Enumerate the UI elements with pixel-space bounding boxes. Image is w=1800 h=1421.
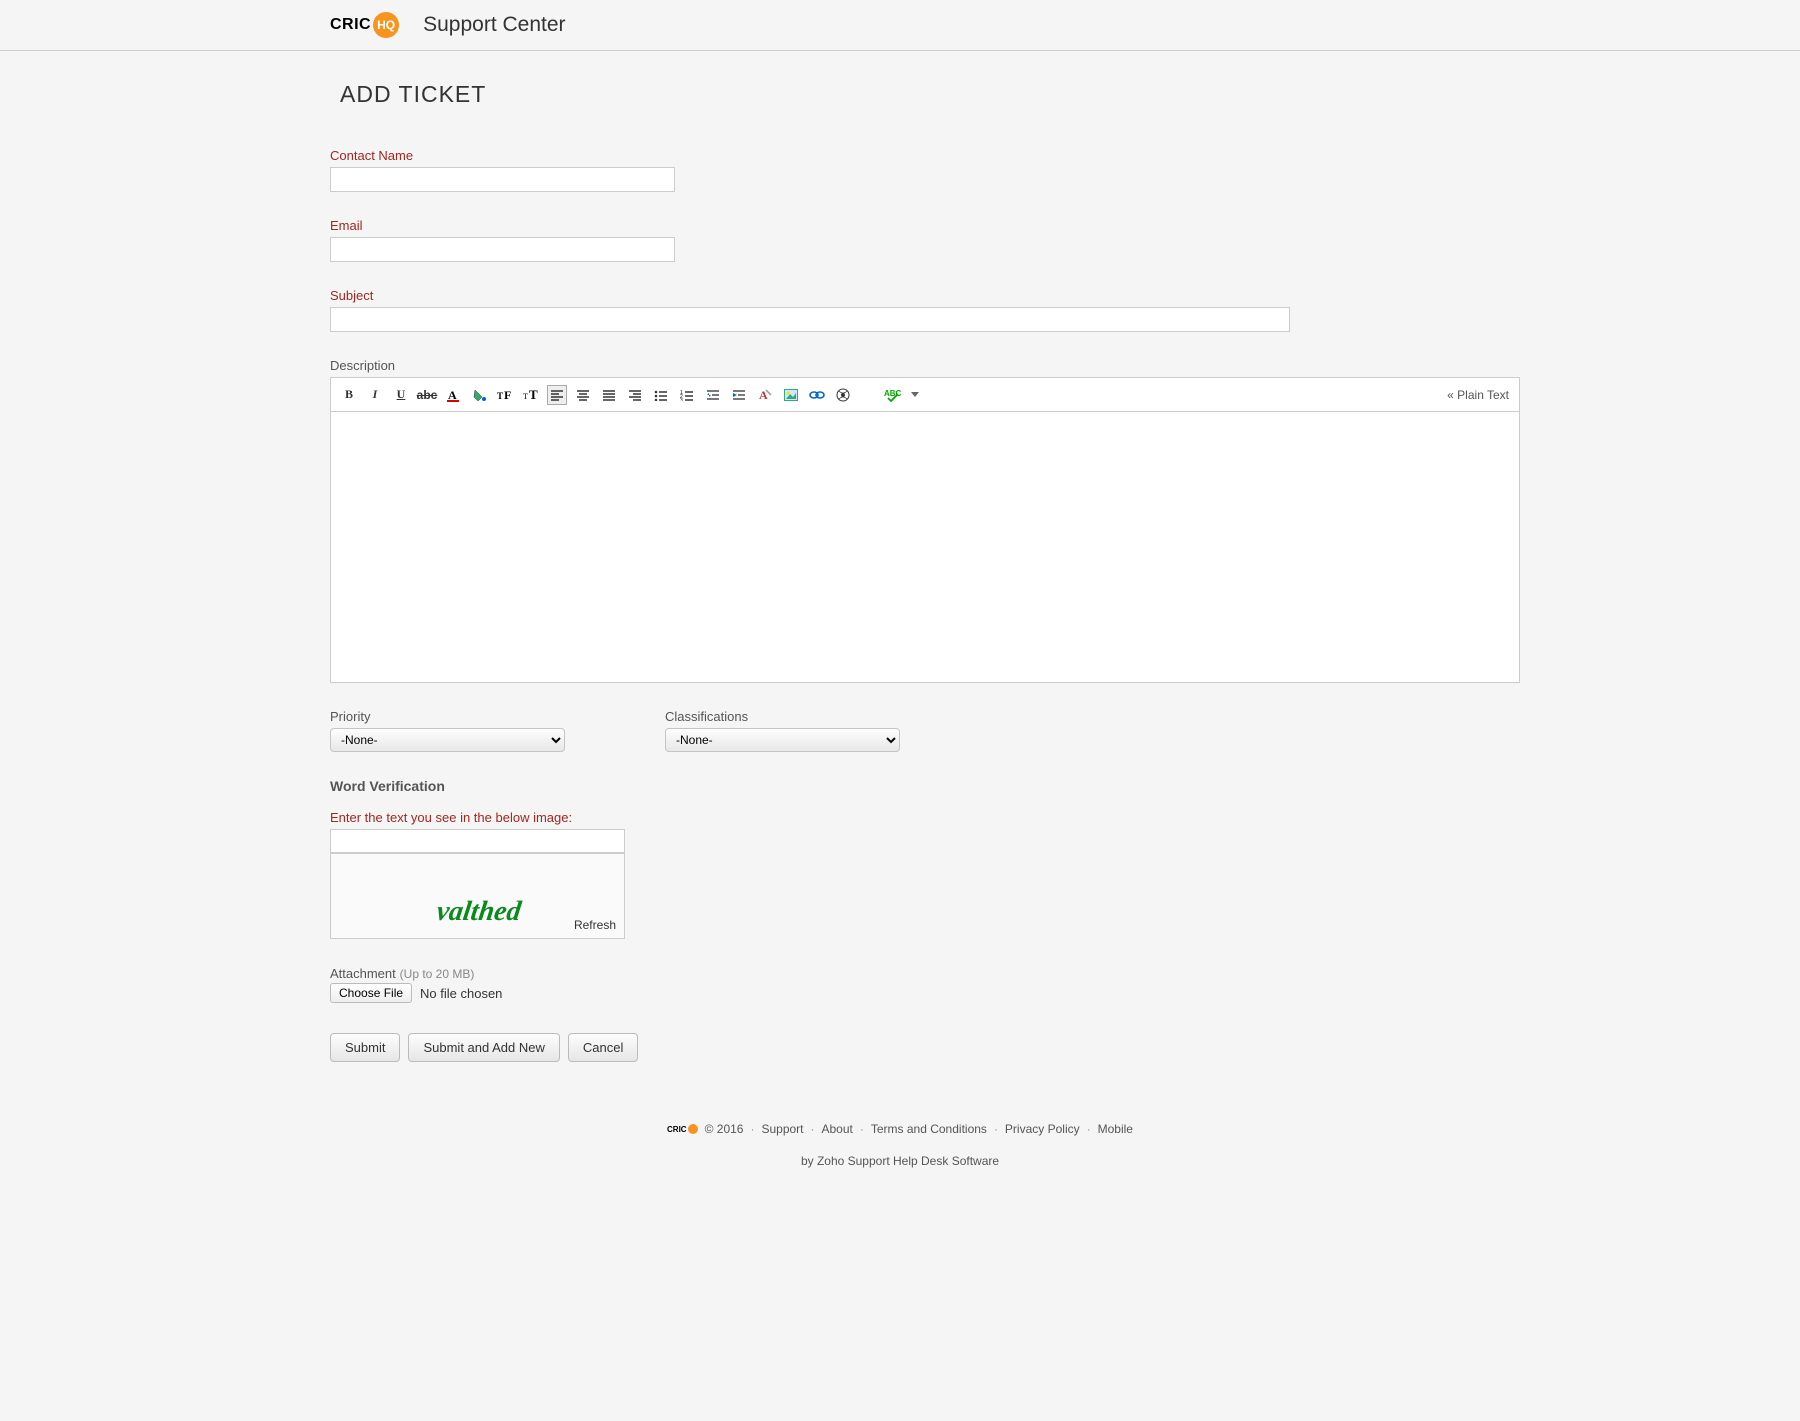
contact-name-input[interactable]	[330, 167, 675, 192]
bullet-list-icon[interactable]	[651, 385, 671, 405]
priority-select[interactable]: -None-	[330, 728, 565, 752]
file-status: No file chosen	[420, 986, 502, 1001]
footer: CRIC © 2016 · Support · About · Terms an…	[0, 1122, 1800, 1198]
priority-label: Priority	[330, 709, 565, 724]
footer-byline-link[interactable]: Help Desk Software	[893, 1154, 999, 1168]
link-icon[interactable]	[807, 385, 827, 405]
header: CRIC HQ Support Center	[0, 0, 1800, 51]
indent-increase-icon[interactable]	[729, 385, 749, 405]
spellcheck-dropdown-icon[interactable]	[909, 385, 921, 405]
attachment-label: Attachment	[330, 966, 396, 981]
cancel-button[interactable]: Cancel	[568, 1033, 638, 1062]
captcha-text: valthed	[433, 896, 523, 938]
image-icon[interactable]	[781, 385, 801, 405]
embed-icon[interactable]	[833, 385, 853, 405]
clear-format-icon[interactable]: A	[755, 385, 775, 405]
attachment-hint: (Up to 20 MB)	[400, 967, 475, 981]
classifications-select[interactable]: -None-	[665, 728, 900, 752]
captcha-input[interactable]	[330, 829, 625, 853]
word-verification-title: Word Verification	[330, 778, 1470, 794]
align-right-icon[interactable]	[625, 385, 645, 405]
underline-icon[interactable]: U	[391, 385, 411, 405]
subject-label: Subject	[330, 288, 1470, 303]
footer-link-about[interactable]: About	[822, 1122, 853, 1136]
word-verification-instruction: Enter the text you see in the below imag…	[330, 810, 1470, 825]
logo-text: CRIC	[330, 16, 371, 34]
spellcheck-icon[interactable]: ABC	[883, 385, 903, 405]
footer-link-terms[interactable]: Terms and Conditions	[871, 1122, 987, 1136]
fill-color-icon[interactable]	[469, 385, 489, 405]
description-textarea[interactable]	[331, 412, 1519, 682]
bold-icon[interactable]: B	[339, 385, 359, 405]
footer-copyright: © 2016	[705, 1122, 744, 1136]
email-label: Email	[330, 218, 1470, 233]
font-size-icon[interactable]: TT	[521, 385, 541, 405]
plaintext-toggle[interactable]: « Plain Text	[1447, 388, 1509, 402]
classifications-label: Classifications	[665, 709, 900, 724]
choose-file-button[interactable]: Choose File	[330, 983, 412, 1003]
footer-byline-prefix: by Zoho Support	[801, 1154, 893, 1168]
svg-text:A: A	[448, 388, 457, 402]
captcha-image: valthed Refresh	[330, 853, 625, 939]
strike-icon[interactable]: abc	[417, 385, 437, 405]
number-list-icon[interactable]: 123	[677, 385, 697, 405]
description-label: Description	[330, 358, 1470, 373]
contact-name-label: Contact Name	[330, 148, 1470, 163]
logo-badge: HQ	[373, 12, 399, 38]
footer-link-support[interactable]: Support	[761, 1122, 803, 1136]
italic-icon[interactable]: I	[365, 385, 385, 405]
email-input[interactable]	[330, 237, 675, 262]
svg-text:ABC: ABC	[884, 389, 902, 398]
svg-text:3: 3	[680, 398, 683, 401]
align-center-icon[interactable]	[573, 385, 593, 405]
svg-text:T: T	[497, 391, 503, 401]
footer-logo: CRIC	[667, 1124, 698, 1134]
svg-text:T: T	[529, 388, 538, 402]
page-title: ADD TICKET	[340, 81, 1470, 108]
subject-input[interactable]	[330, 307, 1290, 332]
indent-decrease-icon[interactable]	[703, 385, 723, 405]
rich-text-editor: B I U abc A TF TT	[330, 377, 1520, 683]
align-justify-icon[interactable]	[599, 385, 619, 405]
font-color-icon[interactable]: A	[443, 385, 463, 405]
editor-toolbar: B I U abc A TF TT	[331, 378, 1519, 412]
svg-text:T: T	[523, 392, 528, 401]
header-title: Support Center	[423, 13, 565, 37]
svg-text:F: F	[504, 388, 511, 402]
captcha-refresh[interactable]: Refresh	[574, 918, 616, 932]
font-format-icon[interactable]: TF	[495, 385, 515, 405]
footer-link-mobile[interactable]: Mobile	[1098, 1122, 1133, 1136]
align-left-icon[interactable]	[547, 385, 567, 405]
logo[interactable]: CRIC HQ	[330, 12, 399, 38]
footer-link-privacy[interactable]: Privacy Policy	[1005, 1122, 1080, 1136]
submit-and-add-new-button[interactable]: Submit and Add New	[408, 1033, 559, 1062]
submit-button[interactable]: Submit	[330, 1033, 400, 1062]
